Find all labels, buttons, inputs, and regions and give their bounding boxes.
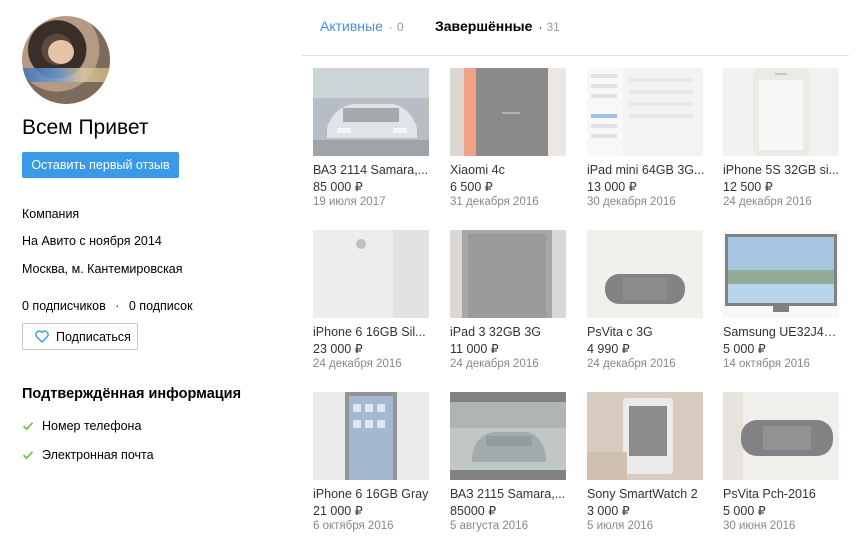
tab-completed[interactable]: Завершённые · 31 xyxy=(435,18,560,38)
phone-back-photo[interactable] xyxy=(313,230,429,318)
listing-date: 6 октября 2016 xyxy=(313,520,394,532)
listing-card[interactable]: Sony SmartWatch 2 3 000 ₽ 5 июля 2016 xyxy=(587,392,713,532)
tab-separator: · xyxy=(388,20,393,34)
listing-title[interactable]: Sony SmartWatch 2 xyxy=(587,487,705,501)
tab-count: 0 xyxy=(396,20,404,34)
member-since: На Авито с ноября 2014 xyxy=(22,234,162,248)
listing-date: 5 августа 2016 xyxy=(450,520,528,532)
listing-card[interactable]: iPhone 6 16GB Gray 21 000 ₽ 6 октября 20… xyxy=(313,392,439,532)
verified-item-label: Номер телефона xyxy=(42,419,142,433)
listing-card[interactable]: Samsung UE32J45... 5 000 ₽ 14 октября 20… xyxy=(723,230,849,370)
listing-date: 24 декабря 2016 xyxy=(723,196,812,208)
phone-front-photo[interactable] xyxy=(723,68,839,156)
listing-card[interactable]: iPhone 5S 32GB si... 12 500 ₽ 24 декабря… xyxy=(723,68,849,208)
phone-screen-photo[interactable] xyxy=(313,392,429,480)
listing-price: 3 000 ₽ xyxy=(587,504,630,518)
listing-date: 24 декабря 2016 xyxy=(313,358,402,370)
verified-item-phone: Номер телефона xyxy=(22,419,141,433)
listing-price: 11 000 ₽ xyxy=(450,342,499,356)
verified-item-email: Электронная почта xyxy=(22,448,154,462)
listing-price: 23 000 ₽ xyxy=(313,342,363,356)
watch-photo[interactable] xyxy=(587,392,703,480)
tv-photo[interactable] xyxy=(723,230,839,318)
listing-card[interactable]: Xiaomi 4c 6 500 ₽ 31 декабря 2016 xyxy=(450,68,576,208)
listing-tabs: Активные · 0 Завершённые · 31 xyxy=(302,0,849,56)
phone-box-photo[interactable] xyxy=(450,68,566,156)
listing-date: 19 июля 2017 xyxy=(313,196,386,208)
tab-label: Завершённые xyxy=(435,18,533,34)
listing-title[interactable]: Xiaomi 4c xyxy=(450,163,568,177)
avatar-blanket xyxy=(22,68,110,82)
seller-location: Москва, м. Кантемировская xyxy=(22,262,183,276)
listing-date: 24 декабря 2016 xyxy=(587,358,676,370)
listing-price: 85000 ₽ xyxy=(450,504,497,518)
subscribe-button[interactable]: Подписаться xyxy=(22,323,138,350)
subscribe-label: Подписаться xyxy=(56,329,131,344)
listing-date: 30 декабря 2016 xyxy=(587,196,676,208)
listings-grid: ВАЗ 2114 Samara,... 85 000 ₽ 19 июля 201… xyxy=(302,56,858,540)
tab-separator: · xyxy=(538,20,543,34)
listing-date: 31 декабря 2016 xyxy=(450,196,539,208)
listing-title[interactable]: iPhone 6 16GB Gray xyxy=(313,487,431,501)
user-name: Всем Привет xyxy=(22,116,149,139)
stats-separator: · xyxy=(115,299,120,313)
tab-label: Активные xyxy=(320,18,383,34)
listing-date: 24 декабря 2016 xyxy=(450,358,539,370)
verified-info-title: Подтверждённая информация xyxy=(22,386,242,402)
listing-card[interactable]: ВАЗ 2115 Samara,... 85000 ₽ 5 августа 20… xyxy=(450,392,576,532)
avatar-face xyxy=(48,40,74,64)
listing-title[interactable]: ВАЗ 2114 Samara,... xyxy=(313,163,431,177)
car-photo[interactable] xyxy=(313,68,429,156)
listing-title[interactable]: iPhone 6 16GB Sil... xyxy=(313,325,431,339)
listing-price: 6 500 ₽ xyxy=(450,180,493,194)
seller-type: Компания xyxy=(22,207,80,221)
tab-count: 31 xyxy=(546,20,560,34)
listing-title[interactable]: iPad 3 32GB 3G xyxy=(450,325,568,339)
listing-title[interactable]: ВАЗ 2115 Samara,... xyxy=(450,487,568,501)
listing-card[interactable]: ВАЗ 2114 Samara,... 85 000 ₽ 19 июля 201… xyxy=(313,68,439,208)
listing-price: 5 000 ₽ xyxy=(723,342,766,356)
profile-sidebar: Всем Привет Оставить первый отзыв Компан… xyxy=(0,0,300,540)
tab-active[interactable]: Активные · 0 xyxy=(320,18,404,38)
listing-title[interactable]: iPhone 5S 32GB si... xyxy=(723,163,841,177)
heart-icon xyxy=(35,330,49,343)
listing-card[interactable]: iPad mini 64GB 3G... 13 000 ₽ 30 декабря… xyxy=(587,68,713,208)
car-street-photo[interactable] xyxy=(450,392,566,480)
check-icon xyxy=(22,422,34,431)
listing-date: 5 июля 2016 xyxy=(587,520,654,532)
listing-price: 21 000 ₽ xyxy=(313,504,363,518)
listing-card[interactable]: iPhone 6 16GB Sil... 23 000 ₽ 24 декабря… xyxy=(313,230,439,370)
verified-item-label: Электронная почта xyxy=(42,448,154,462)
subscription-stats: 0 подписчиков · 0 подписок xyxy=(22,299,193,313)
avatar[interactable] xyxy=(22,16,110,104)
listing-price: 13 000 ₽ xyxy=(587,180,637,194)
listing-title[interactable]: iPad mini 64GB 3G... xyxy=(587,163,705,177)
listing-card[interactable]: iPad 3 32GB 3G 11 000 ₽ 24 декабря 2016 xyxy=(450,230,576,370)
listing-title[interactable]: PsVita Pch-2016 xyxy=(723,487,841,501)
tablet-photo[interactable] xyxy=(450,230,566,318)
console-photo[interactable] xyxy=(587,230,703,318)
listing-title[interactable]: Samsung UE32J45... xyxy=(723,325,841,339)
followers-count[interactable]: 0 подписчиков xyxy=(22,299,106,313)
console-table-photo[interactable] xyxy=(723,392,839,480)
listing-title[interactable]: PsVita с 3G xyxy=(587,325,705,339)
leave-review-button[interactable]: Оставить первый отзыв xyxy=(22,152,179,178)
listing-price: 4 990 ₽ xyxy=(587,342,630,356)
listing-price: 12 500 ₽ xyxy=(723,180,773,194)
listing-price: 85 000 ₽ xyxy=(313,180,363,194)
listing-card[interactable]: PsVita Pch-2016 5 000 ₽ 30 июня 2016 xyxy=(723,392,849,532)
listing-date: 14 октября 2016 xyxy=(723,358,810,370)
listing-card[interactable]: PsVita с 3G 4 990 ₽ 24 декабря 2016 xyxy=(587,230,713,370)
tablet-settings-photo[interactable] xyxy=(587,68,703,156)
check-icon xyxy=(22,451,34,460)
listing-price: 5 000 ₽ xyxy=(723,504,766,518)
listing-date: 30 июня 2016 xyxy=(723,520,796,532)
following-count[interactable]: 0 подписок xyxy=(129,299,193,313)
